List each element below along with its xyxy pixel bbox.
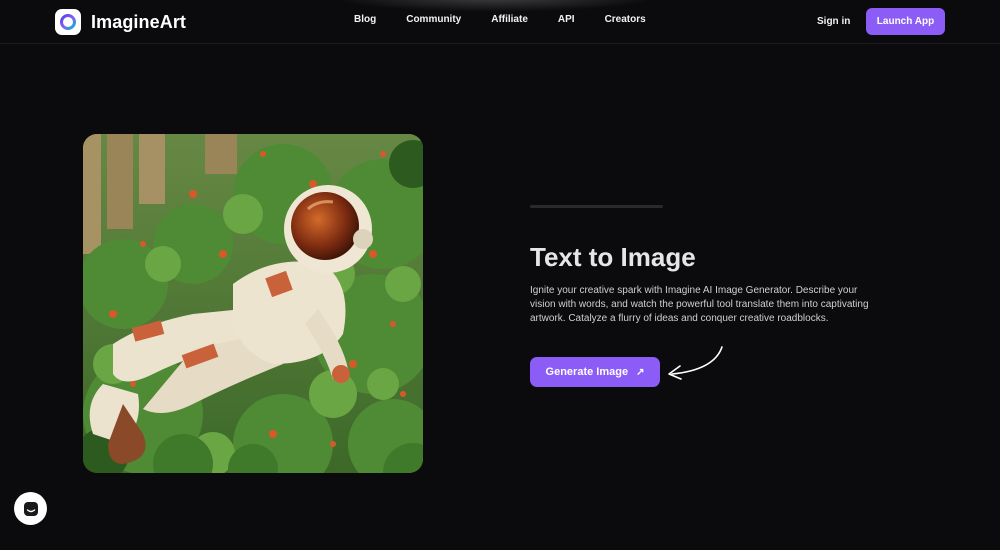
section-divider: [530, 205, 663, 208]
hero-description: Ignite your creative spark with Imagine …: [530, 285, 869, 324]
arrow-up-right-icon: ↗: [636, 366, 645, 378]
logo-icon: [55, 9, 81, 35]
brand-logo[interactable]: ImagineArt: [55, 9, 186, 35]
astronaut-illustration: [83, 134, 423, 473]
generate-image-label: Generate Image: [545, 366, 629, 378]
top-nav: ImagineArt Blog Community Affiliate API …: [0, 0, 1000, 44]
nav-link-api[interactable]: API: [558, 14, 575, 25]
page-title: Text to Image: [530, 242, 696, 272]
nav-link-community[interactable]: Community: [406, 14, 461, 25]
launch-app-button[interactable]: Launch App: [866, 8, 945, 35]
chat-icon: [23, 501, 38, 516]
generate-image-button[interactable]: Generate Image ↗: [530, 357, 660, 387]
nav-link-blog[interactable]: Blog: [354, 14, 376, 25]
brand-name: ImagineArt: [91, 11, 187, 32]
chat-widget-button[interactable]: [14, 492, 47, 525]
nav-link-affiliate[interactable]: Affiliate: [491, 14, 528, 25]
sign-in-link[interactable]: Sign in: [817, 16, 850, 27]
nav-link-creators[interactable]: Creators: [605, 14, 646, 25]
hand-drawn-arrow-icon: [668, 346, 723, 380]
main-nav: Blog Community Affiliate API Creators: [354, 14, 646, 25]
